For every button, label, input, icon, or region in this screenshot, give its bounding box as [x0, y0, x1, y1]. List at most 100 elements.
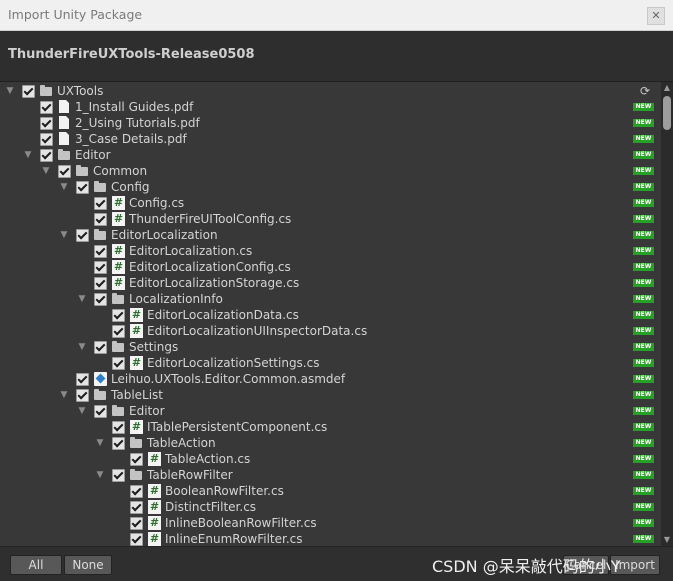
- tree-row[interactable]: # BooleanRowFilter.cs NEW: [0, 483, 661, 499]
- tree-row[interactable]: ▼ LocalizationInfo NEW: [0, 291, 661, 307]
- folder-icon: [76, 164, 89, 178]
- include-checkbox[interactable]: [58, 165, 71, 178]
- expand-arrow-icon[interactable]: ▼: [40, 165, 52, 177]
- folder-icon: [94, 388, 107, 402]
- csharp-script-icon: #: [148, 516, 161, 530]
- tree-row[interactable]: # TableAction.cs NEW: [0, 451, 661, 467]
- expand-arrow-icon[interactable]: ▼: [58, 389, 70, 401]
- tree-row[interactable]: ▼ Config NEW: [0, 179, 661, 195]
- folder-icon: [94, 228, 107, 242]
- include-checkbox[interactable]: [112, 469, 125, 482]
- expand-arrow-icon[interactable]: ▼: [58, 229, 70, 241]
- tree-row[interactable]: ▼ TableList NEW: [0, 387, 661, 403]
- expand-arrow-icon[interactable]: ▼: [76, 341, 88, 353]
- include-checkbox[interactable]: [94, 405, 107, 418]
- include-checkbox[interactable]: [76, 181, 89, 194]
- tree-row[interactable]: 2_Using Tutorials.pdf NEW: [0, 115, 661, 131]
- assembly-definition-icon: [94, 372, 107, 386]
- new-badge: NEW: [633, 247, 654, 255]
- new-badge: NEW: [633, 535, 654, 543]
- include-checkbox[interactable]: [76, 389, 89, 402]
- expand-arrow-icon[interactable]: ▼: [4, 85, 16, 97]
- new-badge: NEW: [633, 391, 654, 399]
- include-checkbox[interactable]: [76, 229, 89, 242]
- tree-item-label: Config: [111, 180, 150, 194]
- tree-row[interactable]: ▼ Common NEW: [0, 163, 661, 179]
- tree-item-label: Editor: [129, 404, 165, 418]
- include-checkbox[interactable]: [94, 277, 107, 290]
- new-badge: NEW: [633, 471, 654, 479]
- tree-item-label: InlineBooleanRowFilter.cs: [165, 516, 317, 530]
- include-checkbox[interactable]: [112, 421, 125, 434]
- new-badge: NEW: [633, 119, 654, 127]
- tree-row[interactable]: ▼ UXTools ⟳: [0, 83, 661, 99]
- tree-row[interactable]: # EditorLocalizationSettings.cs NEW: [0, 355, 661, 371]
- tree-item-label: DistinctFilter.cs: [165, 500, 257, 514]
- tree-row[interactable]: ▼ EditorLocalization NEW: [0, 227, 661, 243]
- tree-row[interactable]: # InlineBooleanRowFilter.cs NEW: [0, 515, 661, 531]
- expand-arrow-icon[interactable]: ▼: [22, 149, 34, 161]
- scrollbar-thumb[interactable]: [663, 96, 671, 130]
- select-none-button[interactable]: None: [64, 555, 112, 575]
- scroll-down-arrow-icon[interactable]: ▼: [661, 534, 673, 546]
- include-checkbox[interactable]: [22, 85, 35, 98]
- scroll-up-arrow-icon[interactable]: ▲: [661, 82, 673, 94]
- include-checkbox[interactable]: [94, 293, 107, 306]
- include-checkbox[interactable]: [130, 533, 143, 546]
- tree-row[interactable]: # EditorLocalizationStorage.cs NEW: [0, 275, 661, 291]
- tree-row[interactable]: # ThunderFireUIToolConfig.cs NEW: [0, 211, 661, 227]
- include-checkbox[interactable]: [94, 261, 107, 274]
- tree-row[interactable]: Leihuo.UXTools.Editor.Common.asmdef NEW: [0, 371, 661, 387]
- tree-row[interactable]: ▼ TableRowFilter NEW: [0, 467, 661, 483]
- expand-arrow-icon[interactable]: ▼: [58, 181, 70, 193]
- include-checkbox[interactable]: [40, 133, 53, 146]
- tree-row[interactable]: # EditorLocalizationData.cs NEW: [0, 307, 661, 323]
- new-badge: NEW: [633, 423, 654, 431]
- tree-row[interactable]: ▼ Editor NEW: [0, 147, 661, 163]
- package-tree: ▼ UXTools ⟳ 1_Install Guides.pdf NEW 2_Using …: [0, 82, 661, 546]
- csharp-script-icon: #: [112, 196, 125, 210]
- tree-row[interactable]: # ITablePersistentComponent.cs NEW: [0, 419, 661, 435]
- folder-icon: [58, 148, 71, 162]
- tree-row[interactable]: # EditorLocalizationConfig.cs NEW: [0, 259, 661, 275]
- include-checkbox[interactable]: [94, 341, 107, 354]
- include-checkbox[interactable]: [130, 501, 143, 514]
- new-badge: NEW: [633, 103, 654, 111]
- include-checkbox[interactable]: [130, 485, 143, 498]
- expand-arrow-icon[interactable]: ▼: [76, 405, 88, 417]
- tree-row[interactable]: ▼ Settings NEW: [0, 339, 661, 355]
- expand-arrow-icon[interactable]: ▼: [94, 469, 106, 481]
- expand-arrow-icon[interactable]: ▼: [94, 437, 106, 449]
- tree-item-label: 3_Case Details.pdf: [75, 132, 187, 146]
- include-checkbox[interactable]: [40, 149, 53, 162]
- tree-row[interactable]: # EditorLocalizationUIInspectorData.cs NEW: [0, 323, 661, 339]
- tree-item-label: EditorLocalizationData.cs: [147, 308, 299, 322]
- include-checkbox[interactable]: [94, 245, 107, 258]
- new-badge: NEW: [633, 199, 654, 207]
- tree-row[interactable]: ▼ Editor NEW: [0, 403, 661, 419]
- include-checkbox[interactable]: [130, 453, 143, 466]
- tree-row[interactable]: # DistinctFilter.cs NEW: [0, 499, 661, 515]
- tree-row[interactable]: # InlineEnumRowFilter.cs NEW: [0, 531, 661, 546]
- tree-item-label: EditorLocalizationUIInspectorData.cs: [147, 324, 368, 338]
- include-checkbox[interactable]: [40, 101, 53, 114]
- tree-row[interactable]: ▼ TableAction NEW: [0, 435, 661, 451]
- close-icon[interactable]: ✕: [647, 7, 665, 25]
- include-checkbox[interactable]: [76, 373, 89, 386]
- include-checkbox[interactable]: [94, 213, 107, 226]
- refresh-icon[interactable]: ⟳: [640, 83, 650, 99]
- include-checkbox[interactable]: [112, 357, 125, 370]
- tree-row[interactable]: 3_Case Details.pdf NEW: [0, 131, 661, 147]
- include-checkbox[interactable]: [112, 309, 125, 322]
- tree-row[interactable]: 1_Install Guides.pdf NEW: [0, 99, 661, 115]
- expand-arrow-icon[interactable]: ▼: [76, 293, 88, 305]
- vertical-scrollbar[interactable]: ▲ ▼: [661, 82, 673, 546]
- include-checkbox[interactable]: [94, 197, 107, 210]
- tree-row[interactable]: # EditorLocalization.cs NEW: [0, 243, 661, 259]
- include-checkbox[interactable]: [130, 517, 143, 530]
- include-checkbox[interactable]: [112, 325, 125, 338]
- include-checkbox[interactable]: [112, 437, 125, 450]
- select-all-button[interactable]: All: [10, 555, 62, 575]
- tree-row[interactable]: # Config.cs NEW: [0, 195, 661, 211]
- include-checkbox[interactable]: [40, 117, 53, 130]
